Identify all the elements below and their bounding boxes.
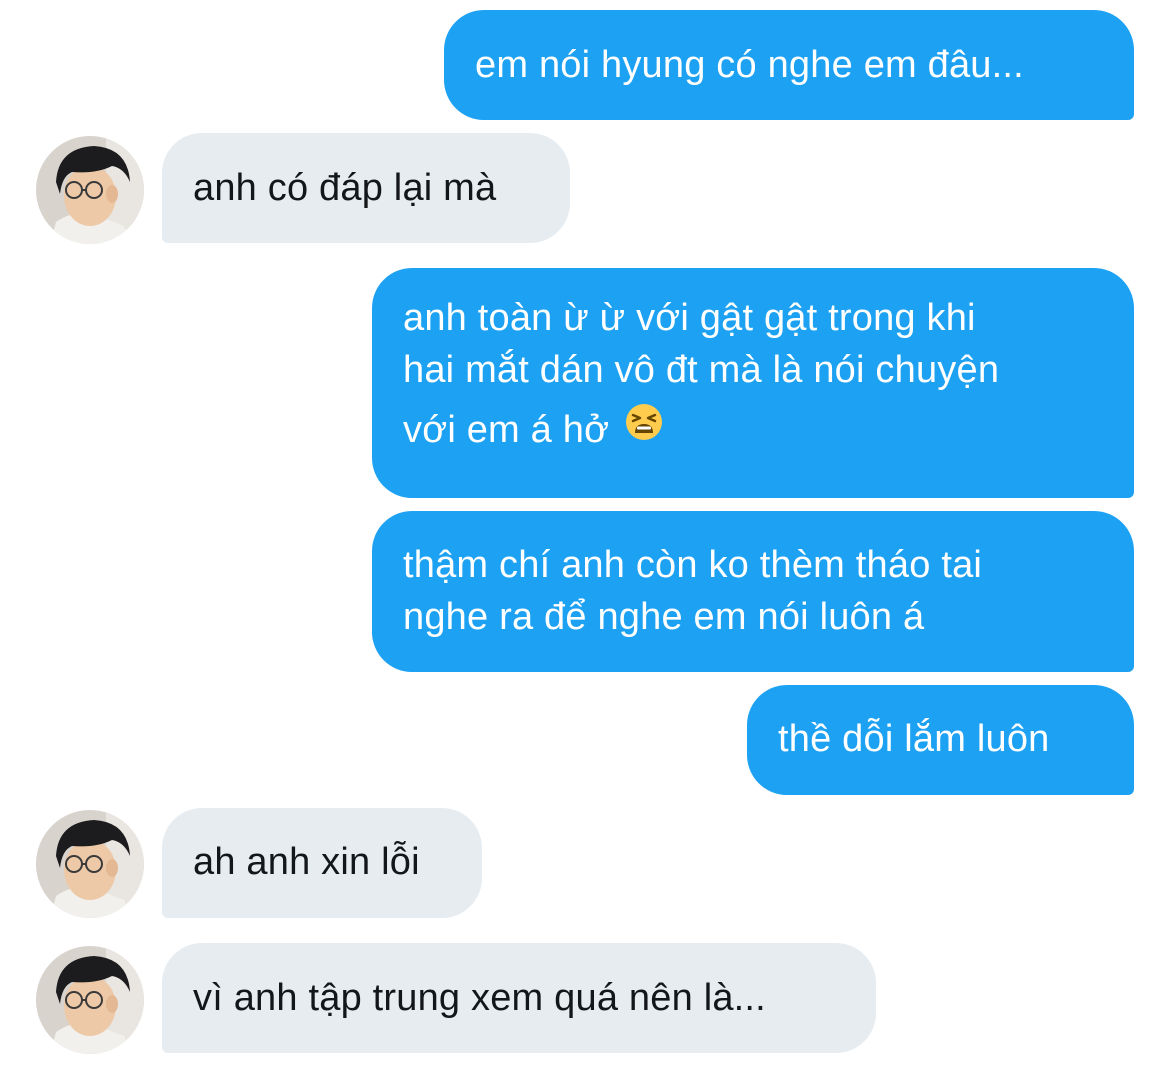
message-text: thề dỗi lắm luôn	[778, 718, 1050, 760]
message-thread: em nói hyung có nghe em đâu... anh có đá…	[0, 0, 1170, 1065]
sent-message-bubble[interactable]: thề dỗi lắm luôn	[747, 685, 1134, 795]
message-text-line: anh toàn ừ ừ với gật gật trong khi	[403, 297, 976, 339]
tired-face-emoji	[624, 402, 664, 456]
received-message-bubble[interactable]: ah anh xin lỗi	[162, 808, 482, 918]
message-text: anh có đáp lại mà	[193, 167, 497, 209]
message-text: ah anh xin lỗi	[193, 841, 420, 883]
received-message-bubble[interactable]: anh có đáp lại mà	[162, 133, 570, 243]
message-text-line: với em á hở	[403, 402, 1134, 456]
user-avatar-icon[interactable]	[36, 946, 144, 1054]
message-text-line: nghe ra để nghe em nói luôn á	[403, 596, 925, 638]
message-text: vì anh tập trung xem quá nên là...	[193, 977, 766, 1019]
sent-message-bubble[interactable]: anh toàn ừ ừ với gật gật trong khi hai m…	[372, 268, 1134, 498]
message-text-line: thậm chí anh còn ko thèm tháo tai	[403, 544, 983, 586]
message-text-line: hai mắt dán vô đt mà là nói chuyện	[403, 349, 1000, 391]
message-text: em nói hyung có nghe em đâu...	[475, 44, 1024, 86]
received-message-bubble[interactable]: vì anh tập trung xem quá nên là...	[162, 943, 876, 1053]
user-avatar-icon[interactable]	[36, 136, 144, 244]
user-avatar-icon[interactable]	[36, 810, 144, 918]
sent-message-bubble[interactable]: em nói hyung có nghe em đâu...	[444, 10, 1134, 120]
sent-message-bubble[interactable]: thậm chí anh còn ko thèm tháo tai nghe r…	[372, 511, 1134, 672]
